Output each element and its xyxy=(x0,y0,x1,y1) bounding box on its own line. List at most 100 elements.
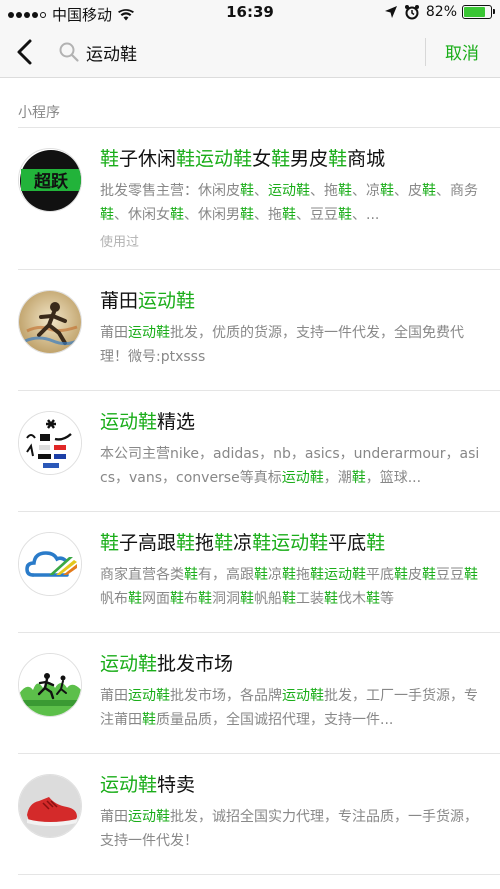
highlighted-keyword: 鞋 xyxy=(464,567,478,583)
text-segment: 洞洞 xyxy=(212,591,240,607)
text-segment: 批发零售主营：休闲皮 xyxy=(100,183,240,199)
result-description: 本公司主营nike，adidas，nb，asics，underarmour，as… xyxy=(100,442,482,490)
highlighted-keyword: 鞋 xyxy=(240,591,254,607)
highlighted-keyword: 鞋 xyxy=(254,567,268,583)
highlighted-keyword: 鞋 xyxy=(328,148,348,170)
section-title: 小程序 xyxy=(18,105,60,121)
text-segment: 、豆豆 xyxy=(296,207,338,223)
search-query-text: 运动鞋 xyxy=(86,44,137,65)
result-title: 运动鞋特卖 xyxy=(100,770,195,797)
highlighted-keyword: 鞋 xyxy=(198,591,212,607)
result-item[interactable]: 鞋子高跟鞋拖鞋凉鞋运动鞋平底鞋 商家直营各类鞋有，高跟鞋凉鞋拖鞋运动鞋平底鞋皮鞋… xyxy=(0,512,500,633)
highlighted-keyword: 鞋 xyxy=(394,567,408,583)
text-segment: 莆田 xyxy=(100,688,128,704)
back-chevron-icon xyxy=(17,39,32,65)
text-segment: 凉 xyxy=(268,567,282,583)
text-segment: 豆豆 xyxy=(436,567,464,583)
highlighted-keyword: 运动鞋 xyxy=(100,653,158,675)
highlighted-keyword: 鞋 xyxy=(282,207,296,223)
highlighted-keyword: 鞋 xyxy=(366,532,386,554)
highlighted-keyword: 鞋 xyxy=(170,591,184,607)
result-item[interactable]: 运动鞋精选 本公司主营nike，adidas，nb，asics，underarm… xyxy=(0,391,500,512)
highlighted-keyword: 鞋 xyxy=(324,591,338,607)
search-input[interactable]: 运动鞋 xyxy=(58,37,413,67)
result-item[interactable]: 莆田运动鞋 莆田运动鞋批发，优质的货源，支持一件代发，全国免费代理！微号:ptx… xyxy=(0,270,500,391)
text-segment: 平底 xyxy=(328,532,367,554)
result-title: 运动鞋批发市场 xyxy=(100,649,233,676)
location-arrow-icon xyxy=(384,6,397,18)
result-description: 莆田运动鞋批发市场，各品牌运动鞋批发，工厂一手货源，专注莆田鞋质量品质，全国诚招… xyxy=(100,684,482,732)
battery-icon xyxy=(462,5,495,19)
results-panel: 小程序 超跃 鞋子休闲鞋运动鞋女鞋男皮鞋商城 批发零售主营：休闲皮鞋、运动鞋、拖… xyxy=(0,78,500,889)
result-item[interactable]: 超跃 鞋子休闲鞋运动鞋女鞋男皮鞋商城 批发零售主营：休闲皮鞋、运动鞋、拖鞋、凉鞋… xyxy=(0,128,500,270)
back-button[interactable] xyxy=(12,37,40,67)
search-icon xyxy=(59,42,79,62)
cancel-button[interactable]: 取消 xyxy=(430,39,494,64)
text-segment: 平底 xyxy=(366,567,394,583)
highlighted-keyword: 鞋 xyxy=(100,532,120,554)
highlighted-keyword: 鞋 xyxy=(380,183,394,199)
avatar-logo-text: 超跃 xyxy=(34,171,69,192)
result-title: 莆田运动鞋 xyxy=(100,286,195,313)
highlighted-keyword: 鞋 xyxy=(338,207,352,223)
result-title: 鞋子休闲鞋运动鞋女鞋男皮鞋商城 xyxy=(100,144,385,171)
highlighted-keyword: 运动鞋 xyxy=(268,183,310,199)
result-description: 批发零售主营：休闲皮鞋、运动鞋、拖鞋、凉鞋、皮鞋、商务鞋、休闲女鞋、休闲男鞋、拖… xyxy=(100,179,482,227)
highlighted-keyword: 鞋 xyxy=(170,207,184,223)
status-right: 82% xyxy=(384,4,495,20)
highlighted-keyword: 鞋 xyxy=(184,567,198,583)
highlighted-keyword: 鞋 xyxy=(282,591,296,607)
text-segment: ，潮 xyxy=(323,470,352,486)
highlighted-keyword: 鞋 xyxy=(310,567,324,583)
text-segment: 、凉 xyxy=(352,183,380,199)
result-description: 商家直营各类鞋有，高跟鞋凉鞋拖鞋运动鞋平底鞋皮鞋豆豆鞋帆布鞋网面鞋布鞋洞洞鞋帆船… xyxy=(100,563,482,611)
text-segment: 批发市场 xyxy=(157,653,234,675)
runners-crowd-icon xyxy=(18,653,82,717)
text-segment: 、... xyxy=(352,207,380,223)
result-item[interactable]: 运动鞋批发市场 莆田运动鞋批发市场，各品牌运动鞋批发，工厂一手货源，专注莆田鞋质… xyxy=(0,633,500,754)
text-segment: 、休闲男 xyxy=(184,207,240,223)
highlighted-keyword: 鞋 xyxy=(271,148,291,170)
highlighted-keyword: 鞋 xyxy=(422,183,436,199)
highlighted-keyword: 鞋 xyxy=(214,532,234,554)
result-title: 鞋子高跟鞋拖鞋凉鞋运动鞋平底鞋 xyxy=(100,528,385,555)
highlighted-keyword: 运动鞋 xyxy=(271,532,329,554)
text-segment: 、商务 xyxy=(436,183,478,199)
text-segment: 商城 xyxy=(347,148,386,170)
highlighted-keyword: 运动鞋 xyxy=(282,688,324,704)
highlighted-keyword: 运动鞋 xyxy=(195,148,253,170)
highlighted-keyword: 鞋 xyxy=(240,183,254,199)
text-segment: 伐木 xyxy=(338,591,366,607)
battery-percent: 82% xyxy=(425,4,457,20)
red-sneaker-icon xyxy=(18,774,82,838)
highlighted-keyword: 鞋 xyxy=(100,148,120,170)
highlighted-keyword: 鞋 xyxy=(366,591,380,607)
text-segment: 工装 xyxy=(296,591,324,607)
result-title: 运动鞋精选 xyxy=(100,407,195,434)
text-segment: 男皮 xyxy=(290,148,329,170)
text-segment: 有，高跟 xyxy=(198,567,254,583)
text-segment: 、休闲女 xyxy=(114,207,170,223)
highlighted-keyword: 运动鞋 xyxy=(100,774,158,796)
text-segment: 莆田 xyxy=(100,290,139,312)
result-description: 莆田运动鞋批发，优质的货源，支持一件代发，全国免费代理！微号:ptxsss xyxy=(100,321,482,369)
alarm-clock-icon xyxy=(404,5,419,20)
highlighted-keyword: 鞋 xyxy=(252,532,272,554)
text-segment: 、 xyxy=(254,183,268,199)
highlighted-keyword: 鞋 xyxy=(128,591,142,607)
highlighted-keyword: 鞋 xyxy=(176,532,196,554)
highlighted-keyword: 运动鞋 xyxy=(281,470,324,486)
highlighted-keyword: 鞋 xyxy=(338,183,352,199)
text-segment: 网面 xyxy=(142,591,170,607)
text-segment: 商家直营各类 xyxy=(100,567,184,583)
text-segment: 特卖 xyxy=(157,774,196,796)
result-separator xyxy=(18,874,500,875)
text-segment: 莆田 xyxy=(100,809,128,825)
text-segment: 等 xyxy=(380,591,394,607)
highlighted-keyword: 鞋 xyxy=(240,207,254,223)
highlighted-keyword: 鞋 xyxy=(351,470,366,486)
text-segment: 、拖 xyxy=(254,207,282,223)
result-item[interactable]: 运动鞋特卖 莆田运动鞋批发，诚招全国实力代理，专注品质，一手货源，支持一件代发！ xyxy=(0,754,500,875)
text-segment: 皮 xyxy=(408,567,422,583)
highlighted-keyword: 鞋 xyxy=(282,567,296,583)
